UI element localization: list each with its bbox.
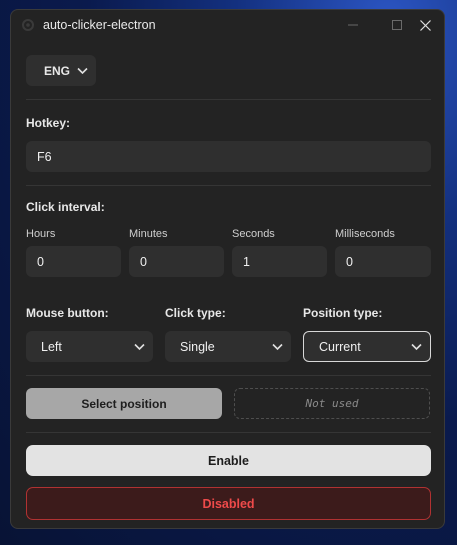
hotkey-value: F6 bbox=[37, 149, 52, 164]
hotkey-input[interactable]: F6 bbox=[26, 141, 431, 172]
disabled-status-button[interactable]: Disabled bbox=[26, 487, 431, 520]
minimize-button[interactable] bbox=[331, 10, 375, 40]
language-select[interactable]: ENG bbox=[26, 55, 96, 86]
chevron-down-icon bbox=[272, 343, 283, 350]
select-position-button[interactable]: Select position bbox=[26, 388, 222, 419]
hours-label: Hours bbox=[26, 228, 56, 240]
seconds-input[interactable]: 1 bbox=[232, 246, 327, 277]
click-type-select[interactable]: Single bbox=[165, 331, 291, 362]
app-icon bbox=[21, 18, 35, 32]
divider bbox=[26, 99, 431, 100]
hours-input[interactable]: 0 bbox=[26, 246, 121, 277]
seconds-value: 1 bbox=[243, 254, 250, 269]
seconds-label: Seconds bbox=[232, 228, 275, 240]
divider bbox=[26, 432, 431, 433]
mouse-button-label: Mouse button: bbox=[26, 306, 109, 320]
click-type-label: Click type: bbox=[165, 306, 226, 320]
hotkey-label: Hotkey: bbox=[26, 116, 71, 130]
position-type-select[interactable]: Current bbox=[303, 331, 431, 362]
minutes-label: Minutes bbox=[129, 228, 168, 240]
position-status-text: Not used bbox=[305, 397, 359, 410]
language-value: ENG bbox=[44, 63, 71, 78]
divider bbox=[26, 375, 431, 376]
title-bar[interactable]: auto-clicker-electron bbox=[11, 10, 444, 40]
mouse-button-select[interactable]: Left bbox=[26, 331, 153, 362]
close-button[interactable] bbox=[403, 10, 444, 40]
chevron-down-icon bbox=[411, 343, 422, 350]
enable-label: Enable bbox=[208, 453, 249, 468]
minutes-value: 0 bbox=[140, 254, 147, 269]
minimize-icon bbox=[348, 24, 358, 26]
divider bbox=[26, 185, 431, 186]
milliseconds-value: 0 bbox=[346, 254, 353, 269]
close-icon bbox=[419, 19, 431, 31]
chevron-down-icon bbox=[77, 67, 88, 74]
maximize-icon bbox=[392, 20, 402, 30]
click-type-value: Single bbox=[180, 339, 215, 354]
app-window: auto-clicker-electron ENG Hotkey: F6 Cli… bbox=[10, 9, 445, 529]
disabled-status-label: Disabled bbox=[202, 496, 255, 511]
click-interval-label: Click interval: bbox=[26, 200, 105, 214]
mouse-button-value: Left bbox=[41, 339, 62, 354]
select-position-label: Select position bbox=[81, 396, 167, 411]
hours-value: 0 bbox=[37, 254, 44, 269]
position-type-label: Position type: bbox=[303, 306, 383, 320]
enable-button[interactable]: Enable bbox=[26, 445, 431, 476]
position-type-value: Current bbox=[319, 339, 361, 354]
minutes-input[interactable]: 0 bbox=[129, 246, 224, 277]
milliseconds-input[interactable]: 0 bbox=[335, 246, 431, 277]
position-status: Not used bbox=[234, 388, 430, 419]
chevron-down-icon bbox=[134, 343, 145, 350]
milliseconds-label: Milliseconds bbox=[335, 228, 395, 240]
window-title: auto-clicker-electron bbox=[43, 18, 156, 32]
